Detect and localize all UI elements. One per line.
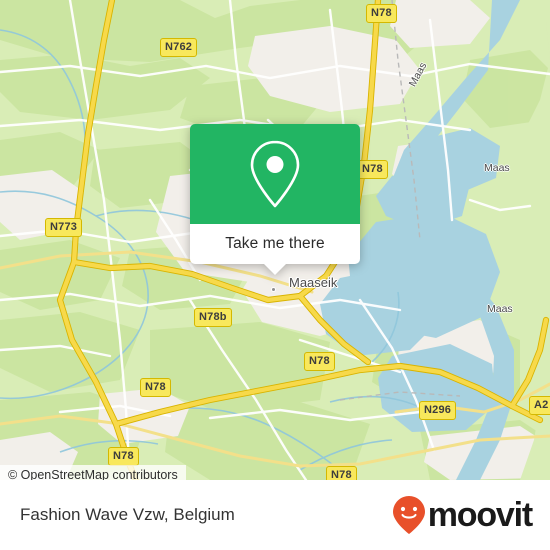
water-label-maas-2: Maas bbox=[484, 162, 510, 174]
road-shield-n78-footer[interactable]: N78 bbox=[326, 466, 357, 480]
moovit-logo[interactable]: moovit bbox=[392, 495, 533, 535]
callout-header bbox=[190, 124, 360, 224]
moovit-location-card: Maaseik Maas Maas Maas N78 N762 N773 N78… bbox=[0, 0, 550, 550]
road-shield-n78-left[interactable]: N78 bbox=[140, 378, 171, 397]
road-shield-n78-top[interactable]: N78 bbox=[366, 4, 397, 23]
water-label-maas-3: Maas bbox=[487, 303, 513, 315]
take-me-there-callout[interactable]: Take me there bbox=[190, 124, 360, 275]
road-shield-n78b[interactable]: N78b bbox=[194, 308, 232, 327]
map-pin-icon bbox=[250, 140, 300, 208]
callout-footer[interactable]: Take me there bbox=[190, 224, 360, 275]
road-shield-n78-mid[interactable]: N78 bbox=[357, 160, 388, 179]
place-label-maaseik: Maaseik bbox=[289, 275, 338, 290]
take-me-there-label: Take me there bbox=[225, 235, 325, 252]
road-shield-a2[interactable]: A2 bbox=[529, 396, 550, 415]
card-footer: Fashion Wave Vzw, Belgium moovit bbox=[0, 480, 550, 550]
moovit-smiley-pin-icon bbox=[392, 496, 425, 534]
moovit-wordmark: moovit bbox=[427, 496, 533, 534]
road-shield-n78-bottom[interactable]: N78 bbox=[108, 447, 139, 466]
road-shield-n762[interactable]: N762 bbox=[160, 38, 198, 57]
osm-attribution[interactable]: © OpenStreetMap contributors bbox=[0, 465, 186, 480]
road-shield-n296[interactable]: N296 bbox=[419, 401, 457, 420]
map-canvas[interactable]: Maaseik Maas Maas Maas N78 N762 N773 N78… bbox=[0, 0, 550, 480]
road-shield-n773[interactable]: N773 bbox=[45, 218, 83, 237]
callout-pointer-tail bbox=[264, 264, 286, 275]
road-shield-n78-center[interactable]: N78 bbox=[304, 352, 335, 371]
location-title: Fashion Wave Vzw, Belgium bbox=[20, 505, 235, 524]
city-marker-dot bbox=[271, 287, 276, 292]
